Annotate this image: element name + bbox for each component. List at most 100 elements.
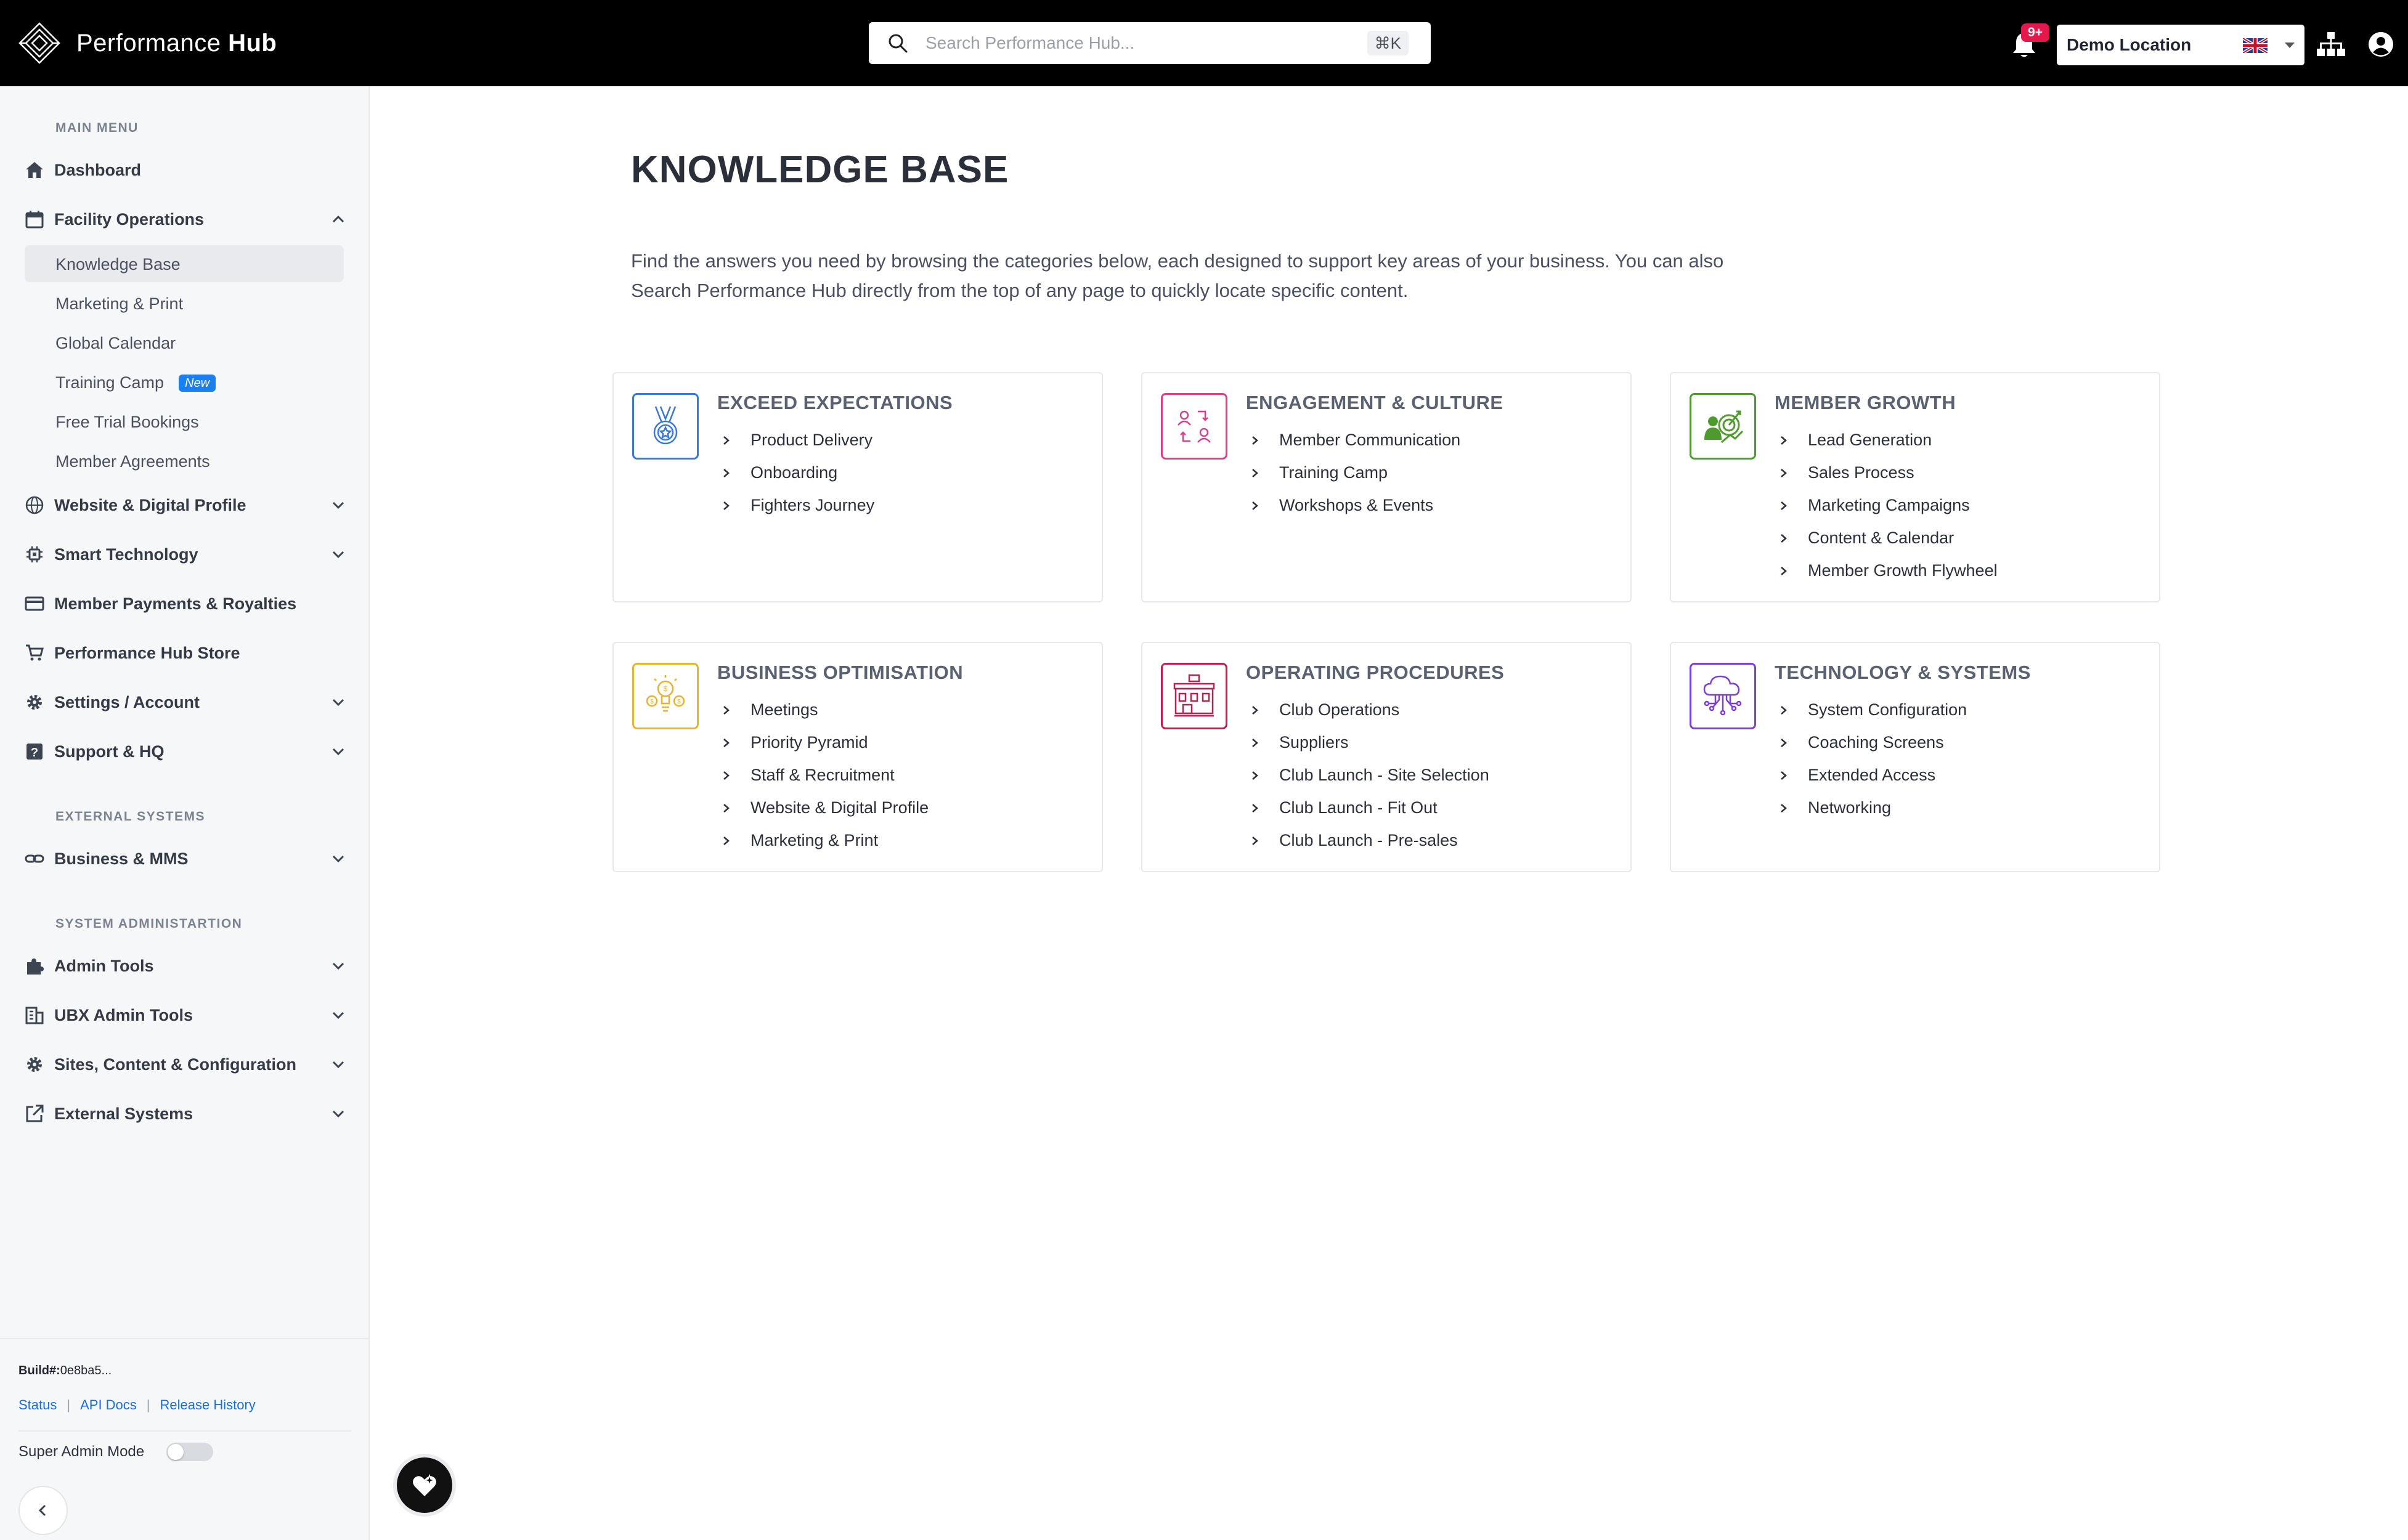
card-link[interactable]: Marketing Campaigns <box>1780 489 1998 522</box>
sidebar-item-member-payments[interactable]: Member Payments & Royalties <box>25 585 345 622</box>
card-link[interactable]: Workshops & Events <box>1251 489 1460 522</box>
card-link[interactable]: Extended Access <box>1780 759 1967 792</box>
sidebar-item-label: Business & MMS <box>54 849 189 868</box>
card-link[interactable]: Priority Pyramid <box>722 726 929 759</box>
card-link-label: Lead Generation <box>1808 431 1932 449</box>
card-link[interactable]: Training Camp <box>1251 456 1460 489</box>
sidebar-item-dashboard[interactable]: Dashboard <box>25 152 345 188</box>
card-link[interactable]: Content & Calendar <box>1780 522 1998 554</box>
sidebar-item-label: Support & HQ <box>54 742 165 761</box>
sidebar-item-label: Facility Operations <box>54 209 205 229</box>
card-link[interactable]: Staff & Recruitment <box>722 759 929 792</box>
card-title: TECHNOLOGY & SYSTEMS <box>1775 662 2031 683</box>
card-link[interactable]: Onboarding <box>722 456 874 489</box>
sidebar-subitem-free-trial-bookings[interactable]: Free Trial Bookings <box>25 403 344 440</box>
sidebar-item-admin-tools[interactable]: Admin Tools <box>25 947 345 984</box>
sidebar-item-website-digital[interactable]: Website & Digital Profile <box>25 487 345 524</box>
footer-links: Status | API Docs | Release History <box>18 1397 256 1413</box>
external-link-icon <box>26 1104 44 1122</box>
global-search[interactable]: ⌘K <box>869 22 1431 64</box>
sidebar-subitem-label: Knowledge Base <box>55 255 181 274</box>
chevron-right-icon <box>1781 803 1787 813</box>
chevron-right-icon <box>1781 566 1787 575</box>
card-link[interactable]: Suppliers <box>1251 726 1489 759</box>
card-link[interactable]: Meetings <box>722 694 929 726</box>
card-link[interactable]: Fighters Journey <box>722 489 874 522</box>
card-link[interactable]: Product Delivery <box>722 424 874 456</box>
sidebar-subitem-member-agreements[interactable]: Member Agreements <box>25 442 344 479</box>
new-badge: New <box>179 375 216 392</box>
building-icon <box>25 1007 44 1024</box>
status-link[interactable]: Status <box>18 1397 57 1413</box>
sidebar-item-business-mms[interactable]: Business & MMS <box>25 840 345 877</box>
sidebar-subitem-global-calendar[interactable]: Global Calendar <box>25 324 344 361</box>
sidebar-subitem-training-camp[interactable]: Training Camp New <box>25 363 344 400</box>
card-link-label: Staff & Recruitment <box>750 766 895 784</box>
search-input[interactable] <box>925 33 1357 53</box>
sidebar-item-label: UBX Admin Tools <box>54 1005 193 1024</box>
gear-icon <box>27 695 42 710</box>
super-admin-toggle[interactable] <box>166 1443 214 1461</box>
chevron-right-icon <box>723 738 730 747</box>
card-link[interactable]: Club Launch - Site Selection <box>1251 759 1489 792</box>
card-link[interactable]: Marketing & Print <box>722 824 929 857</box>
sidebar-item-external-systems[interactable]: External Systems <box>25 1095 345 1132</box>
lightbulb-money-icon: $ $ $ <box>632 663 699 729</box>
sidebar-item-settings[interactable]: Settings / Account <box>25 684 345 721</box>
card-link[interactable]: Club Operations <box>1251 694 1489 726</box>
chevron-down-icon <box>332 699 344 707</box>
chevron-right-icon <box>1252 803 1258 813</box>
release-history-link[interactable]: Release History <box>160 1397 256 1413</box>
collapse-sidebar-button[interactable] <box>18 1486 68 1535</box>
sidebar-item-label: Admin Tools <box>54 956 154 975</box>
feedback-fab-button[interactable] <box>397 1457 452 1513</box>
chevron-right-icon <box>1781 501 1787 510</box>
card-link[interactable]: Sales Process <box>1780 456 1998 489</box>
top-bar: Performance Hub ⌘K 9+ Demo Location <box>0 0 2408 86</box>
sitemap-icon[interactable] <box>2317 32 2345 57</box>
chevron-down-icon <box>332 962 344 970</box>
sidebar-item-facility-operations[interactable]: Facility Operations <box>25 201 345 238</box>
app-logo[interactable]: Performance Hub <box>17 21 277 65</box>
sidebar-item-label: Member Payments & Royalties <box>54 594 297 613</box>
card-link[interactable]: Website & Digital Profile <box>722 792 929 824</box>
card-link[interactable]: Coaching Screens <box>1780 726 1967 759</box>
chevron-down-icon <box>332 551 344 559</box>
category-card-engagement-culture: ENGAGEMENT & CULTURE Member Communicatio… <box>1141 372 1632 602</box>
puzzle-icon <box>27 958 44 975</box>
card-link[interactable]: Member Communication <box>1251 424 1460 456</box>
card-link-label: Website & Digital Profile <box>750 798 929 817</box>
chevron-down-icon <box>332 1011 344 1019</box>
sidebar-subitem-marketing-print[interactable]: Marketing & Print <box>25 285 344 322</box>
card-link[interactable]: Lead Generation <box>1780 424 1998 456</box>
svg-text:$: $ <box>677 699 681 705</box>
chevron-right-icon <box>723 468 730 477</box>
card-link[interactable]: Club Launch - Fit Out <box>1251 792 1489 824</box>
section-title-system-administration: SYSTEM ADMINISTARTION <box>55 917 243 931</box>
user-account-icon[interactable] <box>2367 31 2394 58</box>
card-link[interactable]: Club Launch - Pre-sales <box>1251 824 1489 857</box>
sidebar-item-sites-content[interactable]: Sites, Content & Configuration <box>25 1046 345 1083</box>
chevron-right-icon <box>1781 738 1787 747</box>
category-card-business-optimisation: $ $ $ BUSINESS OPTIMISATION Meetings Prior… <box>612 642 1103 872</box>
sidebar-item-store[interactable]: Performance Hub Store <box>25 634 345 671</box>
card-link-label: Product Delivery <box>750 431 873 449</box>
api-docs-link[interactable]: API Docs <box>80 1397 137 1413</box>
card-title: BUSINESS OPTIMISATION <box>717 662 964 683</box>
card-link[interactable]: System Configuration <box>1780 694 1967 726</box>
card-link-label: Fighters Journey <box>750 496 875 514</box>
card-link-label: Onboarding <box>750 463 838 482</box>
card-link[interactable]: Member Growth Flywheel <box>1780 554 1998 587</box>
cloud-network-icon <box>1690 663 1756 729</box>
card-link-label: Sales Process <box>1808 463 1914 482</box>
sidebar-item-ubx-admin-tools[interactable]: UBX Admin Tools <box>25 997 345 1034</box>
location-select[interactable]: Demo Location <box>2057 25 2304 65</box>
card-link-label: Priority Pyramid <box>750 733 868 752</box>
page-intro: Find the answers you need by browsing th… <box>631 246 1740 306</box>
sidebar-subitem-knowledge-base[interactable]: Knowledge Base <box>25 245 344 282</box>
heart-sparkle-icon <box>413 1473 436 1496</box>
card-link[interactable]: Networking <box>1780 792 1967 824</box>
card-link-list: Meetings Priority Pyramid Staff & Recrui… <box>722 694 929 857</box>
sidebar-item-support[interactable]: ? Support & HQ <box>25 733 345 770</box>
sidebar-item-smart-technology[interactable]: Smart Technology <box>25 536 345 573</box>
